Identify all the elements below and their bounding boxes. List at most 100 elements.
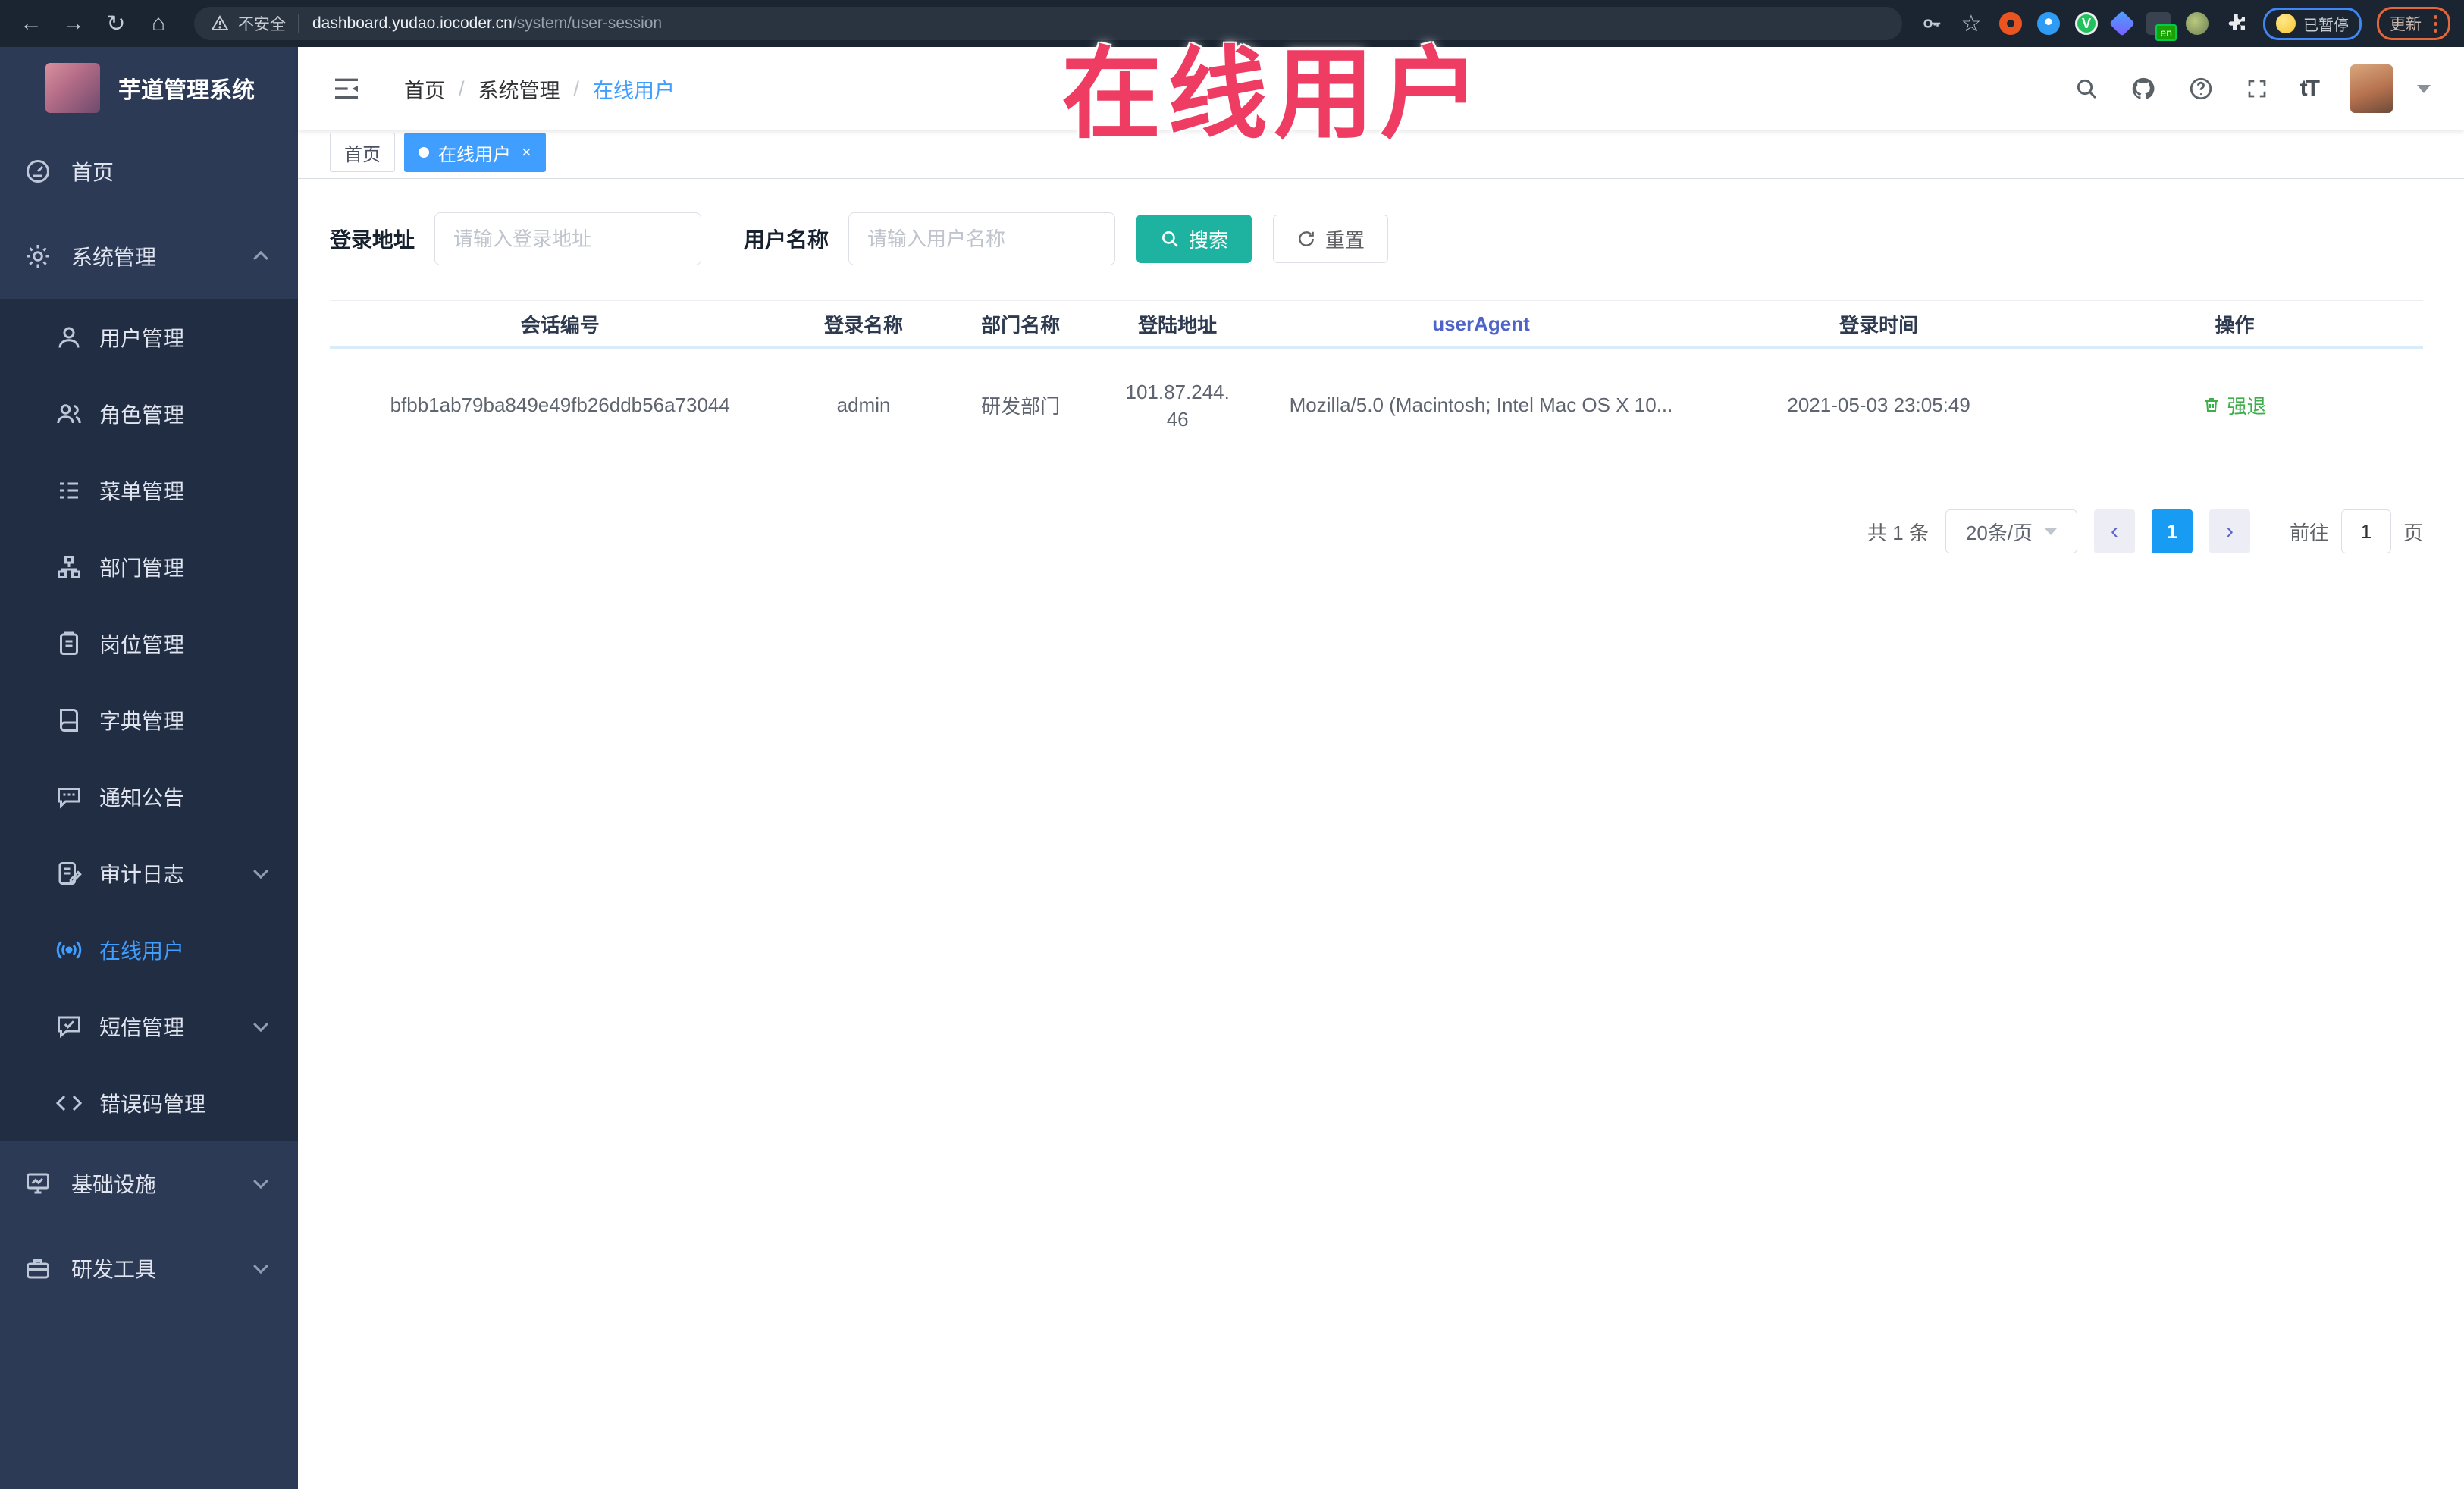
column-header-login-time[interactable]: 登录时间 [1711,310,2046,338]
tab-active-dot [419,147,429,158]
sidebar-item-sms[interactable]: 短信管理 [0,988,298,1064]
update-label[interactable]: 更新 [2390,12,2422,35]
user-icon [55,324,83,351]
sidebar-item-error-codes[interactable]: 错误码管理 [0,1064,298,1141]
sidebar: 芋道管理系统 首页 系统管理 用户管理 角色管理 菜单管理 部门管理 岗位管理 … [0,47,298,1489]
browser-forward-icon[interactable]: → [56,6,91,41]
browser-home-icon[interactable]: ⌂ [141,6,176,41]
page-content: 登录地址 用户名称 搜索 重置 [298,179,2464,1489]
github-icon[interactable] [2130,76,2156,102]
column-header-actions[interactable]: 操作 [2046,310,2423,338]
browser-back-icon[interactable]: ← [14,6,49,41]
avatar-caret-icon[interactable] [2417,84,2431,93]
column-header-dept[interactable]: 部门名称 [937,310,1105,338]
sidebar-item-dict[interactable]: 字典管理 [0,682,298,758]
sidebar-item-users[interactable]: 用户管理 [0,299,298,375]
page-size-select[interactable]: 20条/页 [1945,509,2077,553]
bookmark-star-icon[interactable]: ☆ [1958,11,1984,36]
extension-diamond-icon[interactable] [2109,11,2135,36]
key-icon[interactable] [1920,12,1943,35]
url-host[interactable]: dashboard.yudao.iocoder.cn [312,14,513,33]
extension-translate-icon[interactable]: en [2146,12,2177,41]
trash-icon [2205,398,2218,412]
sidebar-item-departments[interactable]: 部门管理 [0,528,298,605]
breadcrumb-home[interactable]: 首页 [404,74,445,104]
ip-line2: 46 [1166,407,1189,431]
ip-line1: 101.87.244. [1125,380,1230,403]
font-size-icon[interactable]: tT [2300,76,2320,102]
sidebar-item-label: 基础设施 [71,1173,157,1196]
address-bar[interactable]: 不安全 dashboard.yudao.iocoder.cn /system/u… [194,7,1902,40]
audit-icon [55,860,83,887]
fullscreen-icon[interactable] [2246,77,2268,100]
breadcrumb-separator: / [459,77,465,100]
sidebar-item-notice[interactable]: 通知公告 [0,758,298,835]
filter-form: 登录地址 用户名称 搜索 重置 [330,212,2423,265]
username-input[interactable] [848,212,1116,265]
not-secure-warning-icon [211,15,229,30]
tab-close-icon[interactable]: × [522,144,531,161]
chevron-down-icon [253,1016,268,1032]
goto-page-input[interactable] [2340,509,2391,553]
sidebar-item-system[interactable]: 系统管理 [0,214,298,299]
sidebar-item-menus[interactable]: 菜单管理 [0,452,298,528]
refresh-icon [1299,231,1314,246]
search-button[interactable]: 搜索 [1136,215,1252,263]
help-icon[interactable] [2188,76,2214,102]
online-icon [55,936,83,964]
profile-paused-pill[interactable]: 已暂停 [2263,7,2362,40]
login-address-label: 登录地址 [330,228,415,252]
emoji-face-icon [2276,14,2296,33]
tab-online-users[interactable]: 在线用户 × [404,133,546,172]
force-logout-button[interactable]: 强退 [2202,391,2266,419]
extensions-puzzle-icon[interactable] [2224,11,2248,36]
extension-v-icon[interactable]: V [2075,12,2098,35]
browser-update-pill[interactable]: 更新 [2377,7,2450,40]
cell-login-name: admin [836,393,891,416]
sidebar-item-online-users[interactable]: 在线用户 [0,911,298,988]
sidebar-item-label: 菜单管理 [99,479,185,503]
sidebar-item-home[interactable]: 首页 [0,129,298,214]
sidebar-logo-row: 芋道管理系统 [0,47,298,129]
sidebar-collapse-icon[interactable] [331,74,362,104]
security-label[interactable]: 不安全 [238,12,286,35]
browser-menu-icon[interactable] [2434,14,2437,33]
sidebar-item-label: 短信管理 [99,1015,185,1039]
system-submenu: 用户管理 角色管理 菜单管理 部门管理 岗位管理 字典管理 通知公告 审计日志 … [0,299,298,1141]
tools-icon [24,1255,52,1282]
notice-icon [55,783,83,810]
sidebar-item-label: 研发工具 [71,1258,157,1281]
page-size-value: 20条/页 [1965,521,2033,544]
tab-label: 首页 [344,144,381,165]
url-path[interactable]: /system/user-session [513,14,662,33]
extension-feather-icon[interactable] [2186,12,2209,35]
next-page-button[interactable]: › [2209,509,2250,553]
sidebar-item-posts[interactable]: 岗位管理 [0,605,298,682]
extension-ubuntu-icon[interactable] [1999,12,2022,35]
column-header-login-name[interactable]: 登录名称 [790,310,936,338]
sidebar-item-audit-log[interactable]: 审计日志 [0,835,298,911]
sidebar-item-dev-tools[interactable]: 研发工具 [0,1226,298,1311]
sidebar-item-infrastructure[interactable]: 基础设施 [0,1141,298,1226]
breadcrumb-system[interactable]: 系统管理 [478,74,560,104]
browser-reload-icon[interactable]: ↻ [99,6,133,41]
search-button-icon [1162,231,1178,247]
prev-page-button[interactable]: ‹ [2093,509,2135,553]
login-address-input[interactable] [434,212,702,265]
app-logo [45,63,100,113]
menu-list-icon [55,477,83,504]
breadcrumb-current: 在线用户 [593,79,676,102]
extension-pin-icon[interactable] [2037,12,2060,35]
cell-user-agent: Mozilla/5.0 (Macintosh; Intel Mac OS X 1… [1289,393,1673,416]
search-icon[interactable] [2074,77,2099,101]
column-header-session-id[interactable]: 会话编号 [330,310,790,338]
sidebar-item-roles[interactable]: 角色管理 [0,375,298,452]
role-icon [55,400,83,428]
reset-button[interactable]: 重置 [1273,215,1389,263]
tab-home[interactable]: 首页 [330,133,395,172]
avatar[interactable] [2350,64,2393,113]
sidebar-item-label: 通知公告 [99,785,185,810]
column-header-user-agent[interactable]: userAgent [1251,312,1711,336]
current-page-button[interactable]: 1 [2151,509,2193,553]
column-header-ip[interactable]: 登陆地址 [1105,310,1251,338]
